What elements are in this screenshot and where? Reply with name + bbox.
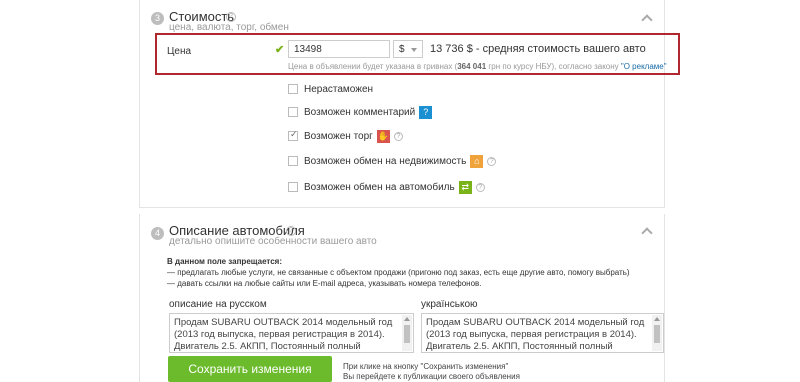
currency-select[interactable]: $ [393,40,423,58]
scroll-up-icon[interactable] [404,317,410,321]
help-icon[interactable]: ? [487,156,497,166]
help-icon[interactable]: ? [393,131,403,141]
property-exchange-icon: ⌂ [470,154,484,168]
description-ru-title: описание на русском [169,299,267,310]
description-ua-title: українською [421,299,478,310]
scrollbar[interactable] [402,315,412,351]
option-exchange-property[interactable]: Возможен обмен на недвижимость ⌂ ? [288,154,497,168]
step-number-4: 4 [151,227,164,240]
option-bargain[interactable]: Возможен торг ✋ ? [288,129,403,143]
comment-question-icon: ? [419,105,433,119]
law-link[interactable]: "О рекламе" [621,62,667,71]
currency-value: $ [399,44,405,55]
step-number-3: 3 [151,12,164,25]
scrollbar[interactable] [652,315,662,351]
checkbox[interactable] [288,107,298,117]
bargain-hand-icon: ✋ [376,129,390,143]
save-note-line-2: Вы перейдете к публикации своего объявле… [343,372,520,381]
checkbox[interactable] [288,84,298,94]
checkbox-checked[interactable] [288,129,298,141]
save-note-line-1: При клике на кнопку "Сохранить изменения… [343,362,509,371]
section-subtitle-price: цена, валюта, торг, обмен [169,22,289,33]
scroll-thumb[interactable] [654,325,660,343]
warning-title: В данном поле запрещается: [167,257,283,266]
section-subtitle-description: детально опишите особенности вашего авто [169,236,377,247]
option-exchange-car[interactable]: Возможен обмен на автомобиль ⇄ ? [288,180,485,194]
help-icon[interactable]: ? [226,12,236,22]
average-price-text: 13 736 $ - средняя стоимость вашего авто [430,43,646,55]
help-icon[interactable]: ? [286,226,296,236]
save-button[interactable]: Сохранить изменения [168,356,332,382]
scroll-up-icon[interactable] [654,317,660,321]
description-ru-textarea[interactable]: Продам SUBARU OUTBACK 2014 модельный год… [169,313,414,353]
car-exchange-icon: ⇄ [458,180,472,194]
help-icon[interactable]: ? [475,182,485,192]
checkbox[interactable] [288,182,298,192]
chevron-down-icon [411,48,417,52]
scroll-thumb[interactable] [404,325,410,343]
warning-line-2: — давать ссылки на любые сайты или E-mai… [167,279,482,288]
option-comment[interactable]: Возможен комментарий ? [288,105,436,119]
checkbox[interactable] [288,156,298,166]
option-not-cleared[interactable]: Нерастаможен [288,82,377,96]
price-note: Цена в объявлении будет указана в гривна… [288,62,667,71]
valid-check-icon: ✔ [275,44,285,56]
price-input[interactable] [288,40,390,58]
warning-line-1: — предлагать любые услуги, не связанные … [167,268,630,277]
description-ua-textarea[interactable]: Продам SUBARU OUTBACK 2014 модельный год… [421,313,664,353]
price-label: Цена [167,46,192,57]
